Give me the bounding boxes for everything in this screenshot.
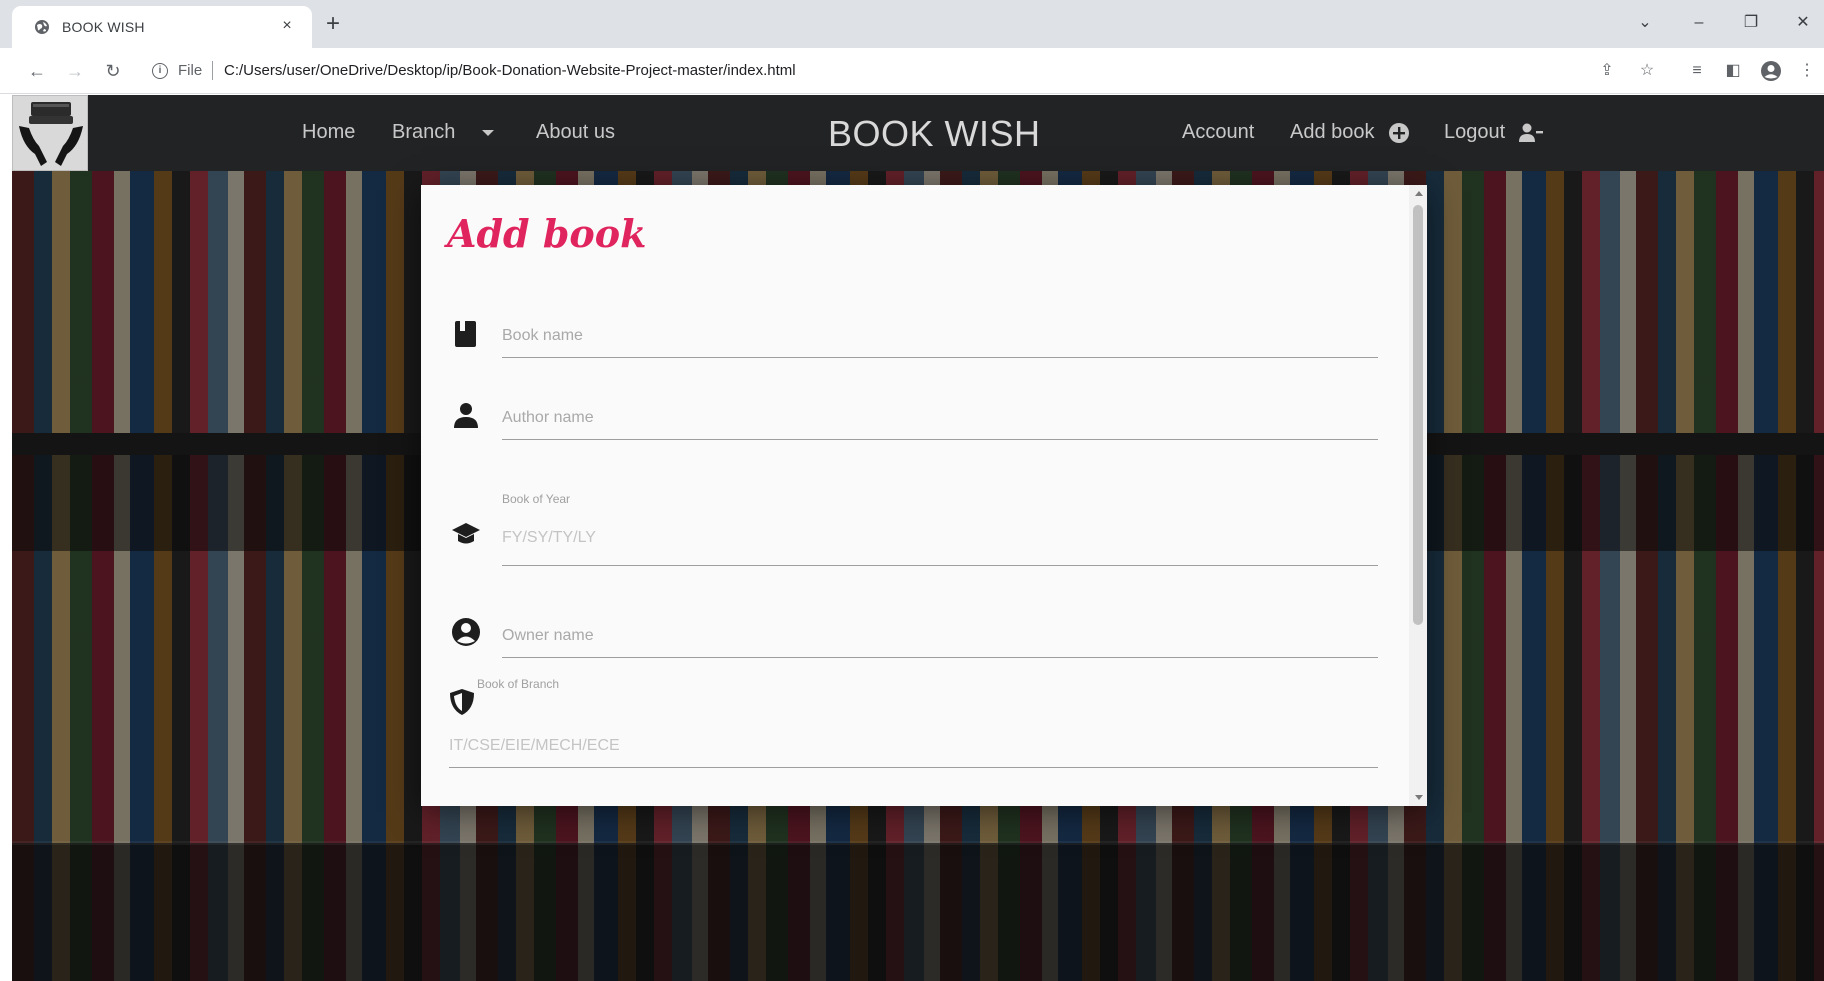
- scrollbar-thumb[interactable]: [1413, 205, 1423, 625]
- site-brand-title: BOOK WISH: [828, 113, 1041, 154]
- shield-icon: [450, 689, 474, 715]
- tab-search-icon[interactable]: ⌄: [1632, 10, 1658, 36]
- nav-account[interactable]: Account: [1182, 121, 1254, 144]
- nav-home[interactable]: Home: [302, 121, 355, 144]
- url-separator: [212, 61, 213, 80]
- reload-icon[interactable]: ↻: [100, 58, 126, 84]
- scroll-up-arrow-icon[interactable]: [1415, 191, 1423, 196]
- shelf-bottom: [12, 843, 1824, 981]
- graduation-cap-icon: [452, 523, 480, 544]
- book-icon: [455, 321, 476, 347]
- browser-window: BOOK WISH × + ⌄ – ❐ ✕ ← → ↻ i File C:/Us…: [0, 0, 1824, 981]
- browser-toolbar: ← → ↻ i File C:/Users/user/OneDrive/Desk…: [0, 48, 1824, 94]
- back-arrow-icon[interactable]: ←: [24, 58, 50, 84]
- book-year-underline: [502, 565, 1378, 566]
- user-circle-icon: [452, 618, 480, 646]
- book-branch-label: Book of Branch: [477, 677, 560, 691]
- branch-dropdown-caret-icon[interactable]: [482, 130, 494, 136]
- book-branch-underline: [449, 767, 1378, 768]
- info-icon[interactable]: i: [152, 63, 168, 79]
- new-tab-button[interactable]: +: [320, 12, 346, 38]
- share-icon[interactable]: ⇪: [1596, 60, 1618, 82]
- site-navbar: Home Branch About us BOOK WISH Account A…: [12, 95, 1824, 171]
- browser-tab[interactable]: BOOK WISH ×: [12, 6, 312, 48]
- book-year-input[interactable]: FY/SY/TY/LY: [502, 529, 596, 547]
- plus-circle-icon[interactable]: [1388, 122, 1410, 144]
- book-year-label: Book of Year: [502, 492, 571, 506]
- site-logo[interactable]: [12, 95, 88, 171]
- forward-arrow-icon[interactable]: →: [62, 58, 88, 84]
- modal-scrollbar[interactable]: [1409, 185, 1427, 806]
- kebab-menu-icon[interactable]: ⋮: [1796, 60, 1818, 82]
- page-viewport: Home Branch About us BOOK WISH Account A…: [12, 95, 1824, 981]
- owner-name-underline: [502, 657, 1378, 658]
- maximize-button[interactable]: ❐: [1738, 10, 1764, 36]
- nav-branch[interactable]: Branch: [392, 121, 455, 144]
- minimize-button[interactable]: –: [1686, 10, 1712, 36]
- book-name-underline: [502, 357, 1378, 358]
- nav-about[interactable]: About us: [536, 121, 615, 144]
- hands-book-logo-icon: [19, 102, 83, 166]
- url-text[interactable]: C:/Users/user/OneDrive/Desktop/ip/Book-D…: [224, 62, 796, 79]
- globe-icon: [35, 20, 49, 34]
- book-name-input[interactable]: Book name: [502, 327, 583, 345]
- close-window-button[interactable]: ✕: [1790, 10, 1816, 36]
- shelf-edge: [12, 841, 1824, 845]
- author-name-underline: [502, 439, 1378, 440]
- owner-name-input[interactable]: Owner name: [502, 627, 594, 645]
- user-minus-icon[interactable]: [1518, 122, 1544, 144]
- author-name-input[interactable]: Author name: [502, 409, 594, 427]
- add-book-modal: Add book Book name Author name Book of Y…: [421, 185, 1427, 806]
- side-panel-icon[interactable]: ◧: [1722, 60, 1744, 82]
- profile-avatar-icon[interactable]: [1760, 60, 1782, 82]
- address-bar[interactable]: i File C:/Users/user/OneDrive/Desktop/ip…: [142, 54, 1582, 88]
- modal-title: Add book: [447, 211, 647, 256]
- reading-list-icon[interactable]: ≡: [1686, 60, 1708, 82]
- bookmark-star-icon[interactable]: ☆: [1636, 60, 1658, 82]
- tab-close-icon[interactable]: ×: [276, 15, 298, 37]
- book-branch-input[interactable]: IT/CSE/EIE/MECH/ECE: [449, 737, 620, 755]
- nav-logout[interactable]: Logout: [1444, 121, 1505, 144]
- scroll-down-arrow-icon[interactable]: [1415, 795, 1423, 800]
- person-icon: [454, 403, 478, 428]
- nav-add-book[interactable]: Add book: [1290, 121, 1375, 144]
- tab-strip: BOOK WISH × + ⌄ – ❐ ✕: [0, 0, 1824, 48]
- tab-title: BOOK WISH: [62, 19, 145, 35]
- url-scheme: File: [178, 62, 203, 79]
